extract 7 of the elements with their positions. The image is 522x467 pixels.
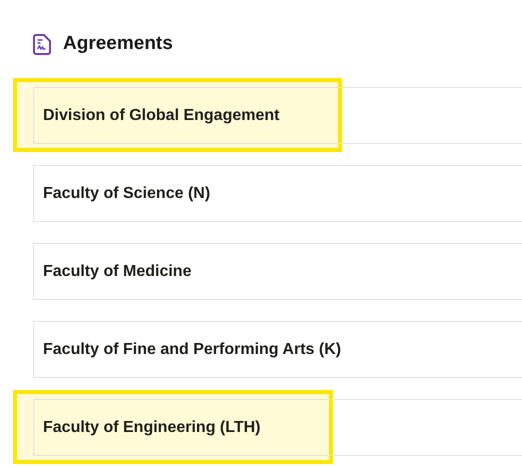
list-item[interactable]: Faculty of Fine and Performing Arts (K): [33, 321, 522, 378]
list-item[interactable]: Faculty of Medicine: [33, 243, 522, 300]
list-item[interactable]: Faculty of Science (N): [33, 165, 522, 222]
list-item[interactable]: Division of Global Engagement: [33, 87, 522, 144]
list-item[interactable]: Faculty of Engineering (LTH): [33, 399, 522, 456]
section-title: Agreements: [63, 33, 173, 55]
document-icon: [33, 34, 51, 54]
